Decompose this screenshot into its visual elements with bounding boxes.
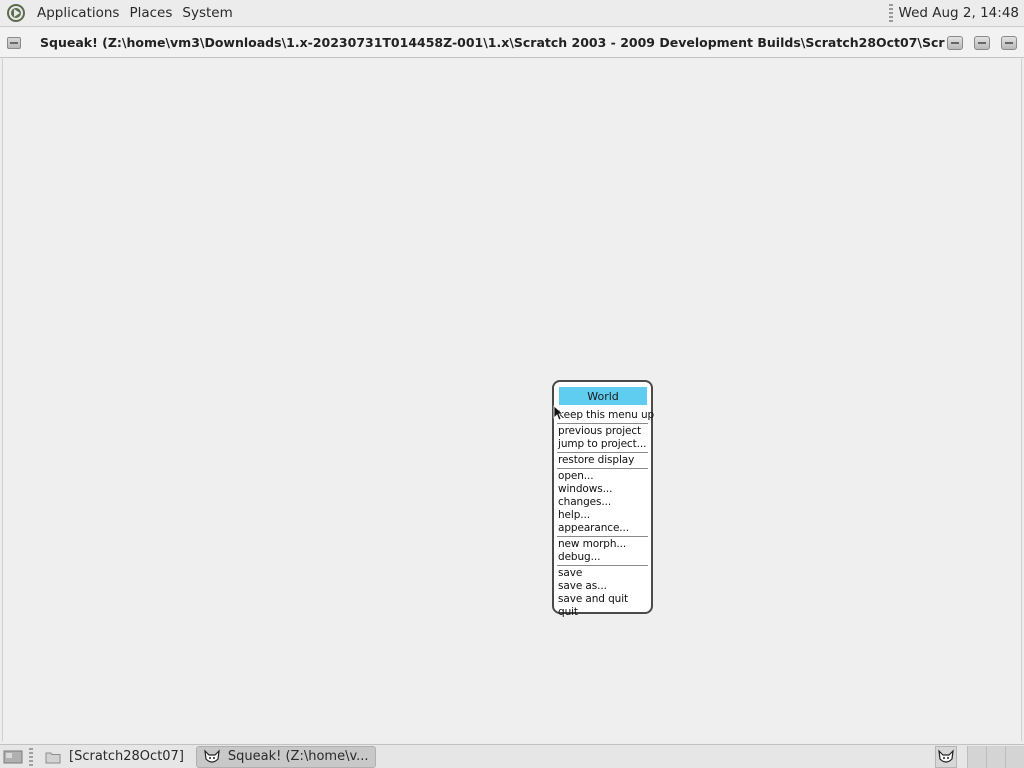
menu-item-restore-display[interactable]: restore display (557, 454, 648, 467)
squeak-world[interactable] (2, 59, 1022, 741)
menu-separator (557, 536, 648, 537)
show-desktop-icon[interactable] (2, 748, 24, 766)
close-button[interactable] (1001, 35, 1017, 50)
menu-separator (557, 468, 648, 469)
menu-item-previous-project[interactable]: previous project (557, 425, 648, 438)
menu-item-save-as[interactable]: save as... (557, 580, 648, 593)
tray-squeak-icon[interactable] (935, 745, 957, 768)
menu-item-keep-menu-up[interactable]: keep this menu up (557, 409, 654, 422)
window-titlebar[interactable]: Squeak! (Z:\home\vm3\Downloads\1.x-20230… (0, 28, 1024, 58)
menu-item-changes[interactable]: changes... (557, 496, 648, 509)
bottom-taskbar: [Scratch28Oct07] Squeak! (Z:\home\v... (0, 744, 1024, 768)
menu-item-quit[interactable]: quit (557, 606, 648, 619)
applications-menu[interactable]: Applications (32, 0, 124, 27)
top-panel: Applications Places System Wed Aug 2, 14… (0, 0, 1024, 27)
window-menu-button[interactable] (7, 36, 21, 49)
menu-item-appearance[interactable]: appearance... (557, 522, 648, 535)
task-label: Squeak! (Z:\home\v... (227, 749, 369, 764)
menu-separator (557, 565, 648, 566)
menu-item-windows[interactable]: windows... (557, 483, 648, 496)
window-title: Squeak! (Z:\home\vm3\Downloads\1.x-20230… (40, 35, 945, 50)
menu-item-debug[interactable]: debug... (557, 551, 648, 564)
squeak-icon (203, 748, 221, 765)
system-menu[interactable]: System (177, 0, 237, 27)
menu-item-open[interactable]: open... (557, 470, 648, 483)
distro-logo-icon[interactable] (5, 2, 27, 24)
workspace-switcher-1[interactable] (967, 745, 986, 768)
menu-item-jump-to-project[interactable]: jump to project... (557, 438, 648, 451)
taskbar-handle[interactable] (29, 747, 33, 766)
menu-item-save[interactable]: save (557, 567, 648, 580)
menu-separator (557, 452, 648, 453)
menu-item-save-and-quit[interactable]: save and quit (557, 593, 648, 606)
minimize-button[interactable] (947, 35, 963, 50)
task-label: [Scratch28Oct07] (69, 749, 184, 764)
places-menu[interactable]: Places (124, 0, 177, 27)
menu-item-new-morph[interactable]: new morph... (557, 538, 648, 551)
world-menu: World keep this menu up previous project… (552, 380, 654, 618)
mouse-pointer-icon (553, 405, 563, 421)
workspace-switcher-3[interactable] (1005, 745, 1024, 768)
menu-item-help[interactable]: help... (557, 509, 648, 522)
workspace-switcher-2[interactable] (986, 745, 1005, 768)
panel-handle[interactable] (888, 4, 893, 22)
maximize-button[interactable] (974, 35, 990, 50)
menu-separator (557, 423, 648, 424)
world-menu-title: World (559, 387, 647, 405)
clock[interactable]: Wed Aug 2, 14:48 (899, 5, 1024, 21)
task-button-scratch-folder[interactable]: [Scratch28Oct07] (38, 746, 190, 768)
folder-icon (44, 749, 62, 765)
task-button-squeak[interactable]: Squeak! (Z:\home\v... (195, 745, 376, 768)
